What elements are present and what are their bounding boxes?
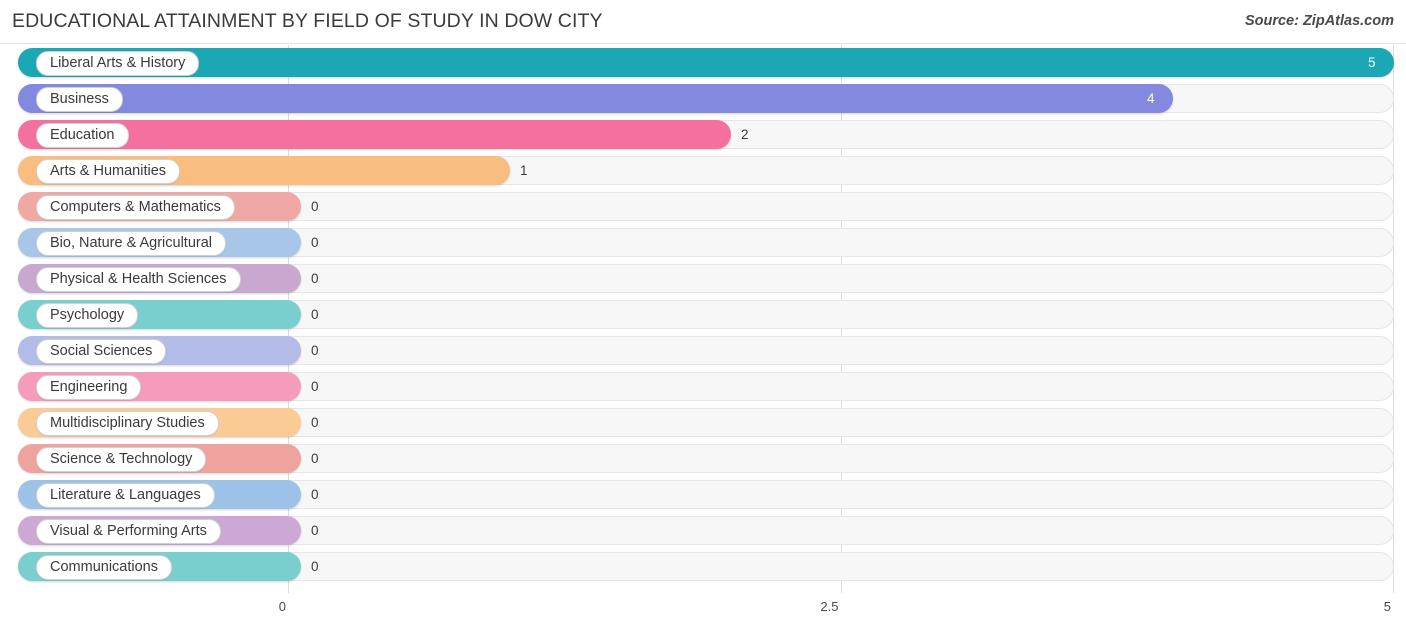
chart-header: EDUCATIONAL ATTAINMENT BY FIELD OF STUDY… xyxy=(0,0,1406,44)
bar-value-label: 5 xyxy=(1368,55,1376,70)
bar-value-label: 4 xyxy=(1147,91,1155,106)
chart-row[interactable]: Visual & Performing Arts 0 xyxy=(0,513,1406,549)
bar-category-label: Bio, Nature & Agricultural xyxy=(36,231,226,256)
source-attribution: Source: ZipAtlas.com xyxy=(1244,13,1394,29)
bar-category-label: Arts & Humanities xyxy=(36,159,181,184)
bar-value-label: 0 xyxy=(311,559,319,574)
bar-category-label: Education xyxy=(36,123,129,148)
chart-row[interactable]: Liberal Arts & History 5 xyxy=(0,45,1406,81)
chart-row[interactable]: Computers & Mathematics 0 xyxy=(0,189,1406,225)
bar-category-label: Multidisciplinary Studies xyxy=(36,411,219,436)
chart-row[interactable]: Social Sciences 0 xyxy=(0,333,1406,369)
x-axis-tick-label: 0 xyxy=(278,599,286,614)
chart-row[interactable]: Engineering 0 xyxy=(0,369,1406,405)
chart-row[interactable]: Science & Technology 0 xyxy=(0,441,1406,477)
bar-value-label: 0 xyxy=(311,235,319,250)
bar-value-label: 2 xyxy=(741,127,749,142)
bar-category-label: Social Sciences xyxy=(36,339,167,364)
bar-category-label: Psychology xyxy=(36,303,139,328)
chart-row[interactable]: Education 2 xyxy=(0,117,1406,153)
bar-value-label: 0 xyxy=(311,307,319,322)
bar-category-label: Computers & Mathematics xyxy=(36,195,235,220)
chart-row[interactable]: Communications 0 xyxy=(0,549,1406,585)
bar-value-label: 0 xyxy=(311,271,319,286)
chart-row[interactable]: Multidisciplinary Studies 0 xyxy=(0,405,1406,441)
bar-value-label: 1 xyxy=(520,163,528,178)
chart-row[interactable]: Arts & Humanities 1 xyxy=(0,153,1406,189)
bar-category-label: Visual & Performing Arts xyxy=(36,519,221,544)
chart-row[interactable]: Business 4 xyxy=(0,81,1406,117)
chart-row[interactable]: Physical & Health Sciences 0 xyxy=(0,261,1406,297)
bar-category-label: Literature & Languages xyxy=(36,483,215,508)
x-axis-tick-label: 5 xyxy=(1383,599,1391,614)
bar[interactable] xyxy=(18,84,1173,113)
chart-row[interactable]: Bio, Nature & Agricultural 0 xyxy=(0,225,1406,261)
bar-category-label: Engineering xyxy=(36,375,142,400)
x-axis-tick-label: 2.5 xyxy=(820,599,839,614)
bar-category-label: Liberal Arts & History xyxy=(36,51,200,76)
bar-value-label: 0 xyxy=(311,487,319,502)
chart-row[interactable]: Literature & Languages 0 xyxy=(0,477,1406,513)
chart-plot-area: Liberal Arts & History 5 Business 4 Educatio… xyxy=(0,45,1406,631)
bar-category-label: Communications xyxy=(36,555,172,580)
x-axis: 0 2.5 5 xyxy=(0,593,1406,631)
bar-value-label: 0 xyxy=(311,379,319,394)
bar-value-label: 0 xyxy=(311,451,319,466)
bar-category-label: Business xyxy=(36,87,123,112)
bar-value-label: 0 xyxy=(311,343,319,358)
bar-rows: Liberal Arts & History 5 Business 4 Educatio… xyxy=(0,45,1406,585)
bar-value-label: 0 xyxy=(311,199,319,214)
bar-value-label: 0 xyxy=(311,415,319,430)
bar-value-label: 0 xyxy=(311,523,319,538)
bar-category-label: Physical & Health Sciences xyxy=(36,267,241,292)
bar[interactable] xyxy=(18,48,1394,77)
bar-category-label: Science & Technology xyxy=(36,447,207,472)
chart-row[interactable]: Psychology 0 xyxy=(0,297,1406,333)
page-title: EDUCATIONAL ATTAINMENT BY FIELD OF STUDY… xyxy=(12,10,603,32)
